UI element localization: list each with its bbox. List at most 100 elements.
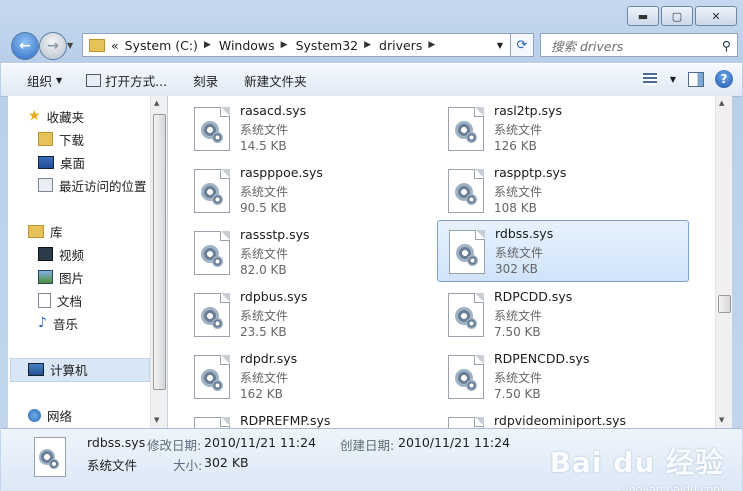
- preview-pane-button[interactable]: [686, 69, 706, 89]
- recent-pages-dropdown[interactable]: ▼: [67, 41, 73, 50]
- nav-pictures[interactable]: 图片: [38, 267, 84, 287]
- help-icon: ?: [715, 70, 733, 88]
- nav-music[interactable]: ♪ 音乐: [38, 313, 78, 333]
- baidu-watermark: Bai du 经验 jingyan.baidu.com: [550, 441, 724, 491]
- open-with-button[interactable]: 打开方式...: [72, 71, 177, 90]
- file-size: 7.50 KB: [494, 387, 541, 401]
- system-file-icon: [448, 417, 484, 428]
- file-type: 系统文件: [494, 185, 543, 199]
- nav-documents[interactable]: 文档: [38, 290, 82, 310]
- content-scrollbar[interactable]: ▲ ▼: [715, 96, 732, 428]
- file-item-selected[interactable]: rdbss.sys 系统文件 302 KB: [437, 220, 689, 282]
- nav-recent-places[interactable]: 最近访问的位置: [38, 175, 147, 195]
- nav-label: 文档: [57, 293, 83, 309]
- desktop-icon: [38, 155, 54, 169]
- minimize-button[interactable]: ▬: [627, 6, 659, 26]
- scroll-down-icon[interactable]: ▼: [154, 416, 159, 424]
- search-input[interactable]: 搜索 drivers ⚲: [540, 33, 738, 57]
- file-item[interactable]: rdpbus.sys 系统文件 23.5 KB: [168, 284, 418, 344]
- chevron-right-icon[interactable]: ▶: [204, 40, 211, 50]
- video-icon: [38, 247, 53, 261]
- file-type: 系统文件: [240, 123, 289, 137]
- organize-button[interactable]: 组织 ▼: [1, 71, 72, 90]
- refresh-icon: ⟳: [516, 37, 528, 53]
- chevron-right-icon[interactable]: ▶: [428, 40, 435, 50]
- nav-desktop[interactable]: 桌面: [38, 152, 85, 172]
- file-type: 系统文件: [494, 371, 543, 385]
- forward-button[interactable]: →: [39, 32, 67, 60]
- star-icon: ★: [28, 108, 41, 124]
- nav-favorites[interactable]: ★ 收藏夹: [28, 106, 84, 126]
- change-view-button[interactable]: [640, 69, 660, 89]
- nav-computer[interactable]: 计算机: [28, 359, 88, 379]
- search-placeholder: 搜索 drivers: [551, 38, 624, 54]
- file-size: 302 KB: [495, 262, 538, 276]
- new-folder-button[interactable]: 新建文件夹: [228, 71, 317, 90]
- breadcrumb-windows[interactable]: Windows: [219, 38, 275, 53]
- nav-videos[interactable]: 视频: [38, 244, 84, 264]
- nav-libraries[interactable]: 库: [28, 221, 63, 241]
- nav-label: 收藏夹: [46, 109, 85, 125]
- nav-label: 视频: [59, 247, 85, 263]
- file-item[interactable]: RDPENCDD.sys 系统文件 7.50 KB: [422, 346, 672, 406]
- details-created-label: 创建日期:: [340, 438, 395, 453]
- details-file-name: rdbss.sys: [87, 435, 146, 450]
- content-scroll-thumb[interactable]: [718, 295, 731, 313]
- new-folder-label: 新建文件夹: [244, 73, 307, 89]
- file-name: RDPREFMP.sys: [240, 413, 331, 428]
- breadcrumb-system32[interactable]: System32: [296, 38, 359, 53]
- address-dropdown-icon[interactable]: ▼: [497, 41, 503, 50]
- file-name: RDPENCDD.sys: [494, 351, 590, 366]
- file-name: rdpdr.sys: [240, 351, 298, 366]
- close-button[interactable]: ✕: [695, 6, 737, 26]
- breadcrumb-drivers[interactable]: drivers: [379, 38, 422, 53]
- details-file-type: 系统文件: [87, 458, 138, 473]
- pictures-icon: [38, 270, 53, 284]
- file-item[interactable]: rasacd.sys 系统文件 14.5 KB: [168, 98, 418, 158]
- nav-label: 音乐: [52, 316, 78, 332]
- help-button[interactable]: ?: [714, 69, 734, 89]
- nav-scrollbar[interactable]: ▲ ▼: [150, 96, 167, 428]
- file-item[interactable]: rdpvideominiport.sys: [422, 408, 672, 428]
- file-item[interactable]: rdpdr.sys 系统文件 162 KB: [168, 346, 418, 406]
- chevron-right-icon[interactable]: ▶: [281, 40, 288, 50]
- scroll-up-icon[interactable]: ▲: [154, 99, 159, 107]
- file-item[interactable]: RDPCDD.sys 系统文件 7.50 KB: [422, 284, 672, 344]
- nav-downloads[interactable]: 下载: [38, 129, 84, 149]
- burn-label: 刻录: [193, 73, 219, 89]
- preview-pane-icon: [688, 71, 704, 87]
- breadcrumb-system-c[interactable]: System (C:): [125, 38, 198, 53]
- details-pane: rdbss.sys 系统文件 修改日期: 2010/11/21 11:24 创建…: [1, 428, 742, 491]
- file-item[interactable]: rasl2tp.sys 系统文件 126 KB: [422, 98, 672, 158]
- arrow-left-icon: ←: [19, 38, 31, 54]
- nav-network[interactable]: 网络: [28, 405, 72, 425]
- nav-label: 最近访问的位置: [59, 178, 147, 194]
- address-bar[interactable]: « System (C:) ▶ Windows ▶ System32 ▶ dri…: [82, 33, 534, 57]
- details-created-value: 2010/11/21 11:24: [398, 435, 511, 450]
- nav-label: 网络: [47, 408, 73, 424]
- explorer-window: ▬ ▢ ✕ ← → ▼ « System (C:) ▶ Windows ▶ Sy…: [0, 0, 743, 491]
- nav-scroll-thumb[interactable]: [153, 114, 166, 390]
- view-options-dropdown[interactable]: ▼: [668, 69, 678, 89]
- file-type: 系统文件: [240, 185, 289, 199]
- file-name: rdpvideominiport.sys: [494, 413, 626, 428]
- chevron-right-icon[interactable]: ▶: [364, 40, 371, 50]
- file-item[interactable]: rassstp.sys 系统文件 82.0 KB: [168, 222, 418, 282]
- search-icon[interactable]: ⚲: [722, 38, 731, 53]
- file-name: rasl2tp.sys: [494, 103, 562, 118]
- breadcrumb-overflow[interactable]: «: [111, 38, 119, 53]
- system-file-icon: [194, 293, 230, 337]
- folder-icon: [89, 38, 105, 52]
- maximize-button[interactable]: ▢: [661, 6, 693, 26]
- file-item[interactable]: RDPREFMP.sys: [168, 408, 418, 428]
- downloads-folder-icon: [38, 132, 53, 146]
- file-type: 系统文件: [495, 246, 544, 260]
- scroll-up-icon[interactable]: ▲: [719, 99, 724, 107]
- burn-button[interactable]: 刻录: [177, 71, 228, 90]
- scroll-down-icon[interactable]: ▼: [719, 416, 724, 424]
- file-item[interactable]: raspptp.sys 系统文件 108 KB: [422, 160, 672, 220]
- file-type: 系统文件: [240, 247, 289, 261]
- back-button[interactable]: ←: [11, 32, 39, 60]
- file-item[interactable]: raspppoe.sys 系统文件 90.5 KB: [168, 160, 418, 220]
- refresh-button[interactable]: ⟳: [510, 33, 534, 57]
